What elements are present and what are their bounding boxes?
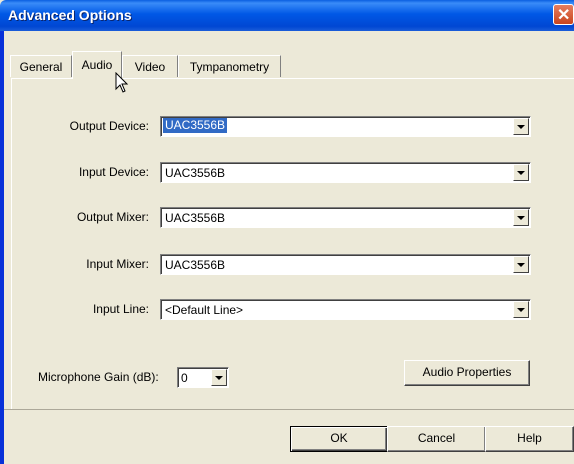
help-button[interactable]: Help (485, 426, 574, 452)
tab-audio-label: Audio (81, 58, 113, 72)
window-title: Advanced Options (8, 7, 132, 23)
ok-button[interactable]: OK (290, 426, 388, 452)
tab-tympanometry[interactable]: Tympanometry (178, 55, 281, 77)
close-button[interactable]: ✕ (553, 4, 574, 25)
tab-general-label: General (19, 60, 63, 74)
tab-tympanometry-label: Tympanometry (189, 60, 270, 74)
audio-tab-panel (11, 78, 574, 409)
footer-divider (4, 409, 574, 410)
arrow-cursor-icon (115, 72, 129, 93)
cancel-button[interactable]: Cancel (387, 426, 486, 452)
window-frame-left (0, 31, 4, 464)
close-icon: ✕ (557, 7, 571, 24)
title-bar: Advanced Options ✕ (0, 0, 574, 31)
tab-general[interactable]: General (10, 55, 72, 77)
tab-video[interactable]: Video (122, 55, 178, 77)
tab-video-label: Video (134, 60, 166, 74)
